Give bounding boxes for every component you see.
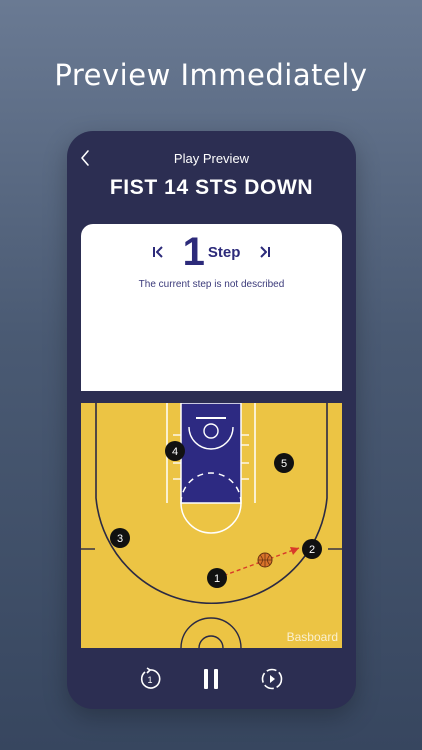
step-description: The current step is not described [138,279,285,290]
watermark: Basboard [286,630,338,644]
player-marker-2: 2 [302,539,322,559]
pass-arrow [216,547,300,579]
player-marker-4: 4 [165,441,185,461]
next-step-icon[interactable] [260,667,284,691]
basketball-icon [257,552,273,568]
nav-title: Play Preview [173,151,250,166]
first-step-icon[interactable] [147,241,169,263]
replay-icon[interactable]: 1 [138,667,162,691]
player-label: 4 [172,446,178,458]
step-number: 1 [182,230,205,274]
player-marker-5: 5 [274,453,294,473]
player-label: 5 [281,458,287,470]
player-label: 2 [309,544,315,556]
pause-icon[interactable] [199,667,223,691]
svg-text:1: 1 [147,675,152,685]
playback-controls: 1 [67,661,356,697]
player-marker-3: 3 [110,528,130,548]
court-diagram: 1 2 3 4 5 [81,403,342,648]
phone-screen: Play Preview FIST 14 STS DOWN 1 Step The… [67,131,356,709]
last-step-icon[interactable] [254,241,276,263]
player-label: 3 [117,533,123,545]
step-navigator: 1 Step [81,232,342,272]
step-label: Step [207,243,241,261]
step-card: 1 Step The current step is not described [81,224,342,391]
headline: Preview Immediately [54,58,368,92]
player-label: 1 [214,573,220,585]
player-marker-1: 1 [207,568,227,588]
basketball-court[interactable]: 1 2 3 4 5 Basboard [81,403,342,648]
play-title: FIST 14 STS DOWN [109,176,314,199]
